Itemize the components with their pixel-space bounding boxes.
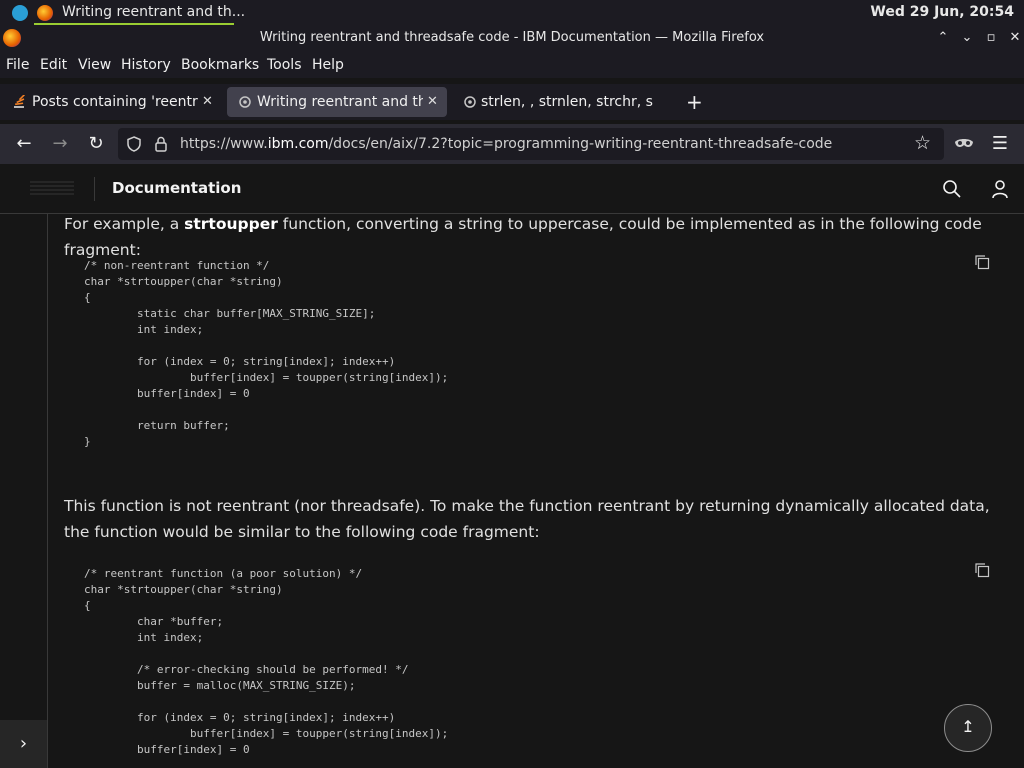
url-text[interactable]: https://www.ibm.com/docs/en/aix/7.2?topi… [180,136,832,152]
tab-strlen[interactable]: strlen, , strnlen, strchr, st [452,87,672,117]
header-title[interactable]: Documentation [112,179,241,197]
back-icon[interactable]: ← [14,134,34,154]
url-domain: ibm.com [267,136,329,152]
article-content: For example, a strtoupper function, conv… [48,214,1024,768]
user-icon[interactable] [990,179,1010,199]
para1-text: For example, a [64,215,185,233]
system-menu-icon[interactable] [12,5,28,21]
firefox-taskbar-icon[interactable] [37,5,53,21]
taskbar-active-indicator [34,23,234,25]
tab-posts[interactable]: Posts containing 'reentrant ✕ [2,87,220,117]
ibm-logo-icon[interactable] [30,181,74,197]
search-icon[interactable] [942,179,962,199]
menu-help[interactable]: Help [312,57,344,73]
bookmark-star-icon[interactable]: ☆ [914,132,931,154]
tab-label: Writing reentrant and thr [257,94,423,110]
tab-label: Posts containing 'reentrant [32,94,198,110]
tab-strip: Posts containing 'reentrant ✕ Writing re… [0,84,1024,120]
url-bar[interactable]: https://www.ibm.com/docs/en/aix/7.2?topi… [118,128,944,160]
menu-file[interactable]: File [6,57,29,73]
private-browsing-mask-icon[interactable] [954,136,974,152]
taskbar-window-label[interactable]: Writing reentrant and th... [62,4,245,20]
tab-writing-reentrant[interactable]: Writing reentrant and thr ✕ [227,87,447,117]
menu-edit[interactable]: Edit [40,57,67,73]
paragraph-2: This function is not reentrant (nor thre… [64,497,990,541]
menu-bar: File Edit View History Bookmarks Tools H… [0,52,1024,78]
url-path: /docs/en/aix/7.2?topic=programming-writi… [328,136,833,152]
chevron-right-icon[interactable]: › [0,720,47,768]
navigation-toolbar: ← → ↻ https://www.ibm.com/docs/en/aix/7.… [0,124,1024,164]
menu-bookmarks[interactable]: Bookmarks [181,57,259,73]
minimize-icon[interactable]: ⌃ [934,29,952,47]
function-name: strtoupper [184,215,278,233]
window-title: Writing reentrant and threadsafe code - … [259,30,765,45]
paragraph-1: For example, a strtoupper function, conv… [64,214,1004,263]
forward-icon[interactable]: → [50,134,70,154]
copy-icon[interactable] [974,562,990,578]
clock: Wed 29 Jun, 20:54 [870,4,1014,20]
stackoverflow-favicon-icon [14,95,25,108]
tab-label: strlen, , strnlen, strchr, st [481,94,653,110]
left-navigation-rail: › [0,214,48,768]
hamburger-menu-icon[interactable]: ☰ [990,134,1010,154]
copy-icon[interactable] [974,254,990,270]
ibm-favicon-icon [464,96,476,108]
new-tab-icon[interactable]: + [686,90,703,114]
menu-history[interactable]: History [121,57,171,73]
back-to-top-icon[interactable]: ↥ [944,704,992,752]
system-taskbar: Writing reentrant and th... Wed 29 Jun, … [0,0,1024,26]
close-window-icon[interactable]: ✕ [1006,29,1024,47]
docs-header: Documentation [0,165,1024,214]
window-titlebar: Writing reentrant and threadsafe code - … [0,26,1024,52]
close-tab-icon[interactable]: ✕ [202,94,213,109]
code-block-2: /* reentrant function (a poor solution) … [84,567,449,756]
header-divider [94,177,95,201]
url-prefix: https://www. [180,136,268,152]
ibm-favicon-icon [239,96,251,108]
lock-icon[interactable] [154,136,168,152]
menu-view[interactable]: View [78,57,111,73]
restore-down-icon[interactable]: ⌄ [958,29,976,47]
reload-icon[interactable]: ↻ [86,134,106,154]
code-block-1: /* non-reentrant function */ char *strto… [84,259,449,448]
close-tab-icon[interactable]: ✕ [427,94,438,109]
maximize-icon[interactable]: ▫ [982,29,1000,47]
shield-icon[interactable] [126,136,142,152]
menu-tools[interactable]: Tools [267,57,302,73]
